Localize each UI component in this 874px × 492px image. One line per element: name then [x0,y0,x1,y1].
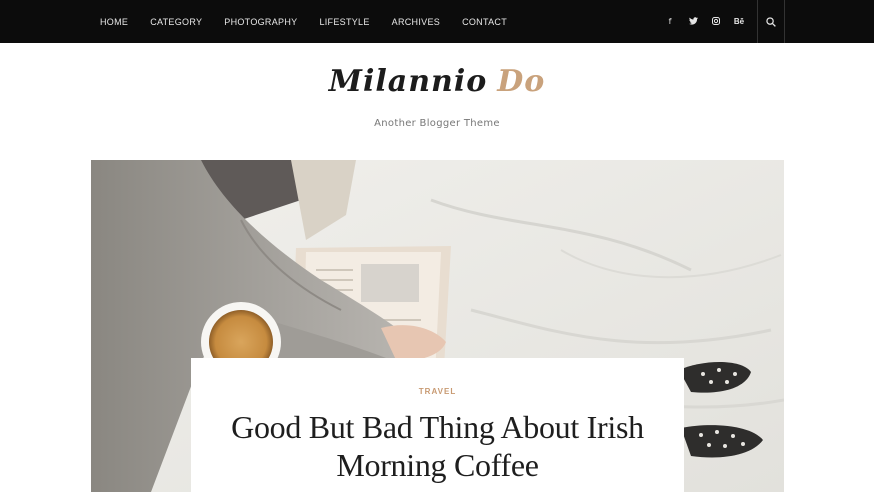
main-menu: HOME CATEGORY PHOTOGRAPHY LIFESTYLE ARCH… [100,0,529,43]
facebook-icon[interactable]: f [664,17,676,26]
instagram-icon[interactable] [710,16,722,27]
featured-post-card: TRAVEL Good But Bad Thing About Irish Mo… [191,358,684,492]
post-category[interactable]: TRAVEL [191,387,684,396]
site-tagline: Another Blogger Theme [374,118,500,129]
logo-text-primary: Milannio [328,64,488,99]
nav-lifestyle[interactable]: LIFESTYLE [319,17,369,27]
site-logo[interactable]: Milannio Do [0,62,874,102]
twitter-icon[interactable] [687,16,699,27]
nav-category[interactable]: CATEGORY [150,17,202,27]
post-title-line-1: Good But Bad Thing About Irish [231,409,644,445]
nav-contact[interactable]: CONTACT [462,17,507,27]
search-button[interactable] [757,0,785,43]
nav-home[interactable]: HOME [100,17,128,27]
top-navigation-bar: HOME CATEGORY PHOTOGRAPHY LIFESTYLE ARCH… [0,0,874,43]
post-title-line-2: Morning Coffee [336,447,539,483]
behance-icon[interactable]: Bē [733,17,745,26]
search-icon [766,16,776,27]
nav-photography[interactable]: PHOTOGRAPHY [224,17,297,27]
post-title[interactable]: Good But Bad Thing About Irish Morning C… [191,408,684,484]
social-links: f Bē [664,0,756,43]
nav-archives[interactable]: ARCHIVES [392,17,440,27]
logo-text-accent: Do [497,64,546,99]
